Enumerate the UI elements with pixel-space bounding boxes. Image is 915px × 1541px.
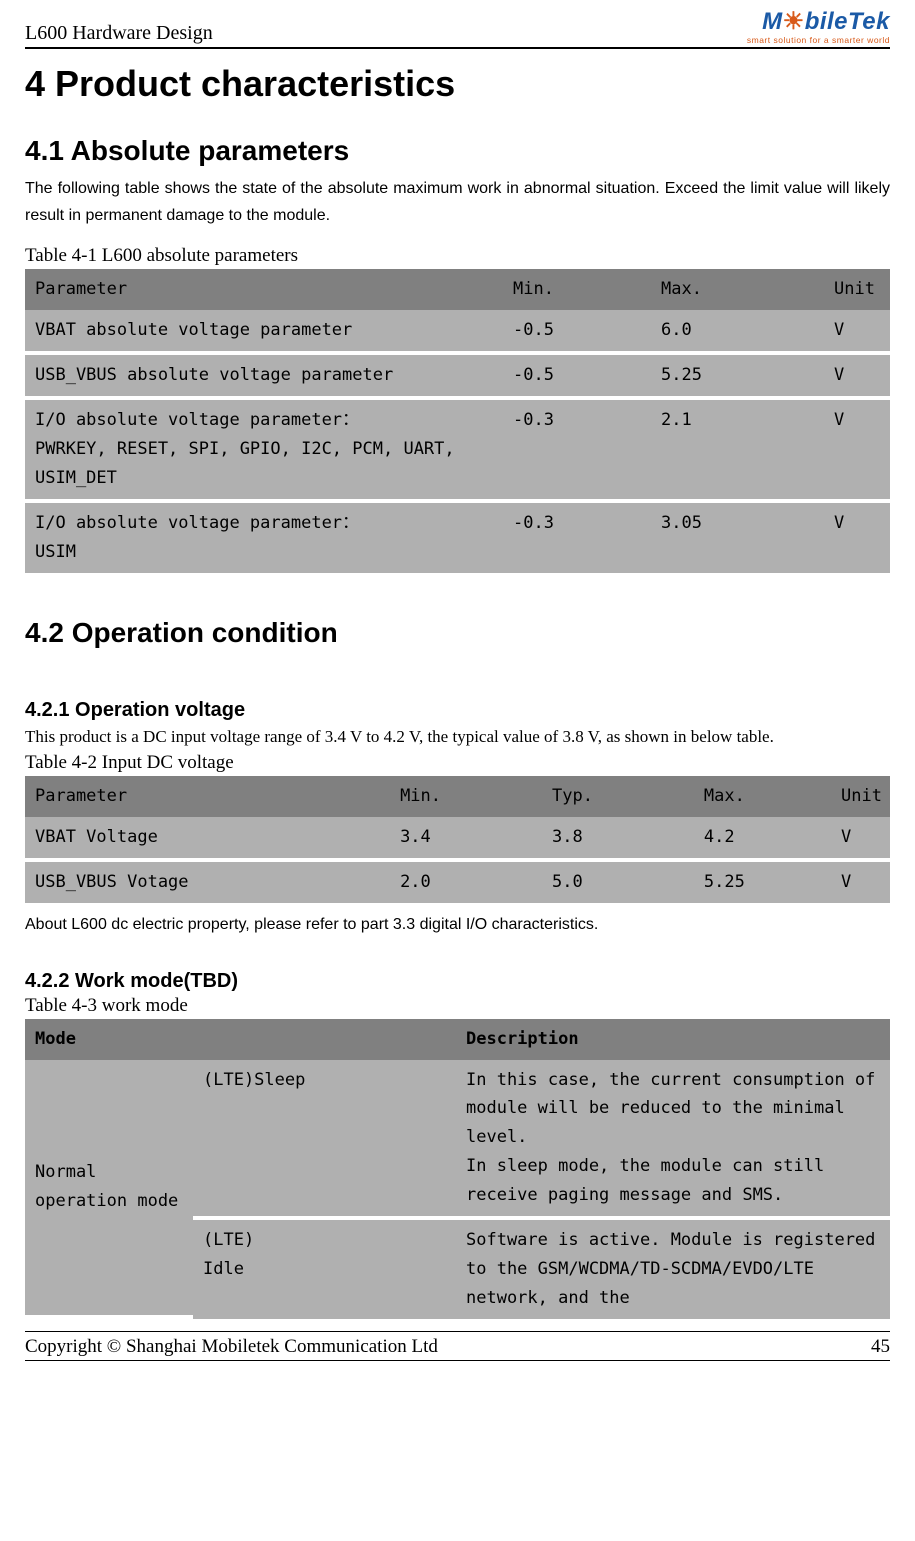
logo-text: M☀bileTek	[762, 10, 890, 34]
paragraph-4-2-1-outro: About L600 dc electric property, please …	[25, 911, 890, 938]
table-4-2: Parameter Min. Typ. Max. Unit VBAT Volta…	[25, 776, 890, 907]
table-row: VBAT absolute voltage parameter -0.5 6.0…	[25, 310, 890, 355]
table-row: USB_VBUS absolute voltage parameter -0.5…	[25, 355, 890, 400]
table-4-1: Parameter Min. Max. Unit VBAT absolute v…	[25, 269, 890, 576]
page-number: 45	[871, 1336, 890, 1358]
col-mode: Mode	[25, 1019, 456, 1060]
page-header: L600 Hardware Design M☀bileTek smart sol…	[25, 10, 890, 49]
col-parameter: Parameter	[25, 269, 503, 310]
col-typ: Typ.	[542, 776, 694, 817]
table-4-1-caption: Table 4-1 L600 absolute parameters	[25, 245, 890, 267]
col-description: Description	[456, 1019, 890, 1060]
table-header-row: Parameter Min. Typ. Max. Unit	[25, 776, 890, 817]
col-parameter: Parameter	[25, 776, 390, 817]
col-max: Max.	[651, 269, 824, 310]
paragraph-4-1-intro: The following table shows the state of t…	[25, 175, 890, 229]
table-4-3: Mode Description Normal operation mode (…	[25, 1019, 890, 1319]
heading-4-2: 4.2 Operation condition	[25, 617, 890, 649]
heading-4-1: 4.1 Absolute parameters	[25, 135, 890, 167]
heading-4-2-1: 4.2.1 Operation voltage	[25, 699, 890, 722]
copyright-text: Copyright © Shanghai Mobiletek Communica…	[25, 1336, 438, 1358]
col-unit: Unit	[831, 776, 890, 817]
table-4-3-caption: Table 4-3 work mode	[25, 995, 890, 1017]
table-header-row: Mode Description	[25, 1019, 890, 1060]
mode-group-label: Normal operation mode	[25, 1060, 193, 1319]
heading-4: 4 Product characteristics	[25, 63, 890, 105]
document-title: L600 Hardware Design	[25, 22, 213, 45]
globe-icon: ☀	[783, 8, 805, 35]
table-row: I/O absolute voltage parameter： PWRKEY, …	[25, 400, 890, 503]
page-footer: Copyright © Shanghai Mobiletek Communica…	[25, 1331, 890, 1361]
col-unit: Unit	[824, 269, 890, 310]
col-max: Max.	[694, 776, 831, 817]
heading-4-2-2: 4.2.2 Work mode(TBD)	[25, 970, 890, 993]
table-row: I/O absolute voltage parameter： USIM -0.…	[25, 503, 890, 577]
table-row: VBAT Voltage 3.4 3.8 4.2 V	[25, 817, 890, 862]
table-header-row: Parameter Min. Max. Unit	[25, 269, 890, 310]
brand-logo: M☀bileTek smart solution for a smarter w…	[747, 10, 890, 45]
table-row: Normal operation mode (LTE)Sleep In this…	[25, 1060, 890, 1220]
table-4-2-caption: Table 4-2 Input DC voltage	[25, 752, 890, 774]
col-min: Min.	[503, 269, 651, 310]
paragraph-4-2-1-intro: This product is a DC input voltage range…	[25, 724, 890, 750]
col-min: Min.	[390, 776, 542, 817]
table-row: USB_VBUS Votage 2.0 5.0 5.25 V	[25, 862, 890, 907]
logo-tagline: smart solution for a smarter world	[747, 35, 890, 45]
